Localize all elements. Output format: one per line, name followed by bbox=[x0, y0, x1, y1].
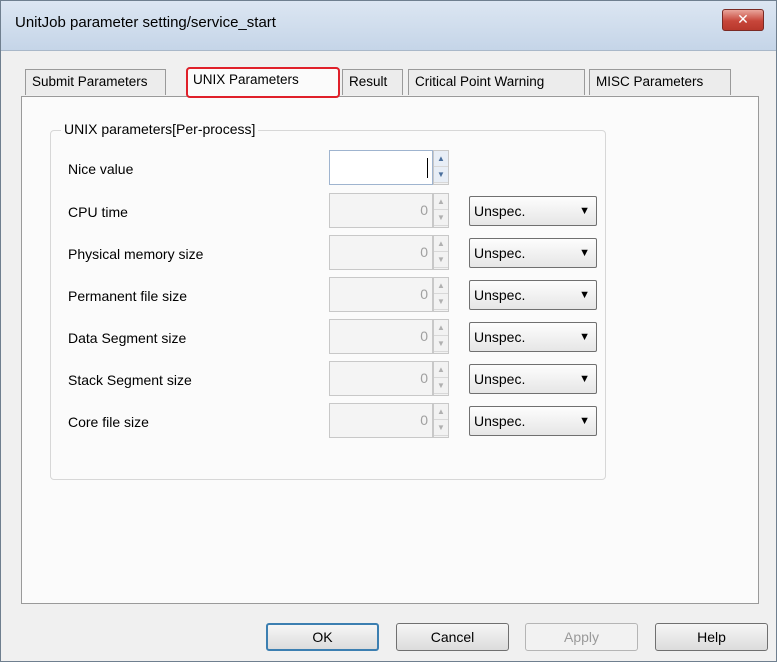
window-title: UnitJob parameter setting/service_start bbox=[15, 14, 276, 31]
stack-segment-size-spinner[interactable]: ▲ ▼ bbox=[433, 361, 449, 396]
chevron-down-icon: ▼ bbox=[579, 415, 590, 427]
core-file-size-label: Core file size bbox=[68, 414, 149, 430]
apply-button[interactable]: Apply bbox=[525, 623, 638, 651]
tab-result[interactable]: Result bbox=[342, 69, 403, 95]
spin-down-icon[interactable]: ▼ bbox=[434, 420, 448, 436]
chevron-down-icon: ▼ bbox=[579, 373, 590, 385]
data-segment-size-label: Data Segment size bbox=[68, 330, 187, 346]
data-segment-size-unit-value: Unspec. bbox=[474, 329, 526, 345]
core-file-size-input[interactable]: 0 bbox=[329, 403, 433, 438]
cpu-time-unit-select[interactable]: Unspec. ▼ bbox=[469, 196, 597, 226]
stack-segment-size-unit-value: Unspec. bbox=[474, 371, 526, 387]
physical-memory-size-unit-value: Unspec. bbox=[474, 245, 526, 261]
close-icon: ✕ bbox=[737, 11, 749, 27]
cpu-time-spinner[interactable]: ▲ ▼ bbox=[433, 193, 449, 228]
stack-segment-size-label: Stack Segment size bbox=[68, 372, 192, 388]
unix-parameters-group: UNIX parameters[Per-process] Nice value … bbox=[50, 121, 606, 480]
chevron-down-icon: ▼ bbox=[579, 289, 590, 301]
permanent-file-size-unit-select[interactable]: Unspec. ▼ bbox=[469, 280, 597, 310]
permanent-file-size-unit-value: Unspec. bbox=[474, 287, 526, 303]
stack-segment-size-input[interactable]: 0 bbox=[329, 361, 433, 396]
spin-down-icon[interactable]: ▼ bbox=[434, 336, 448, 352]
data-segment-size-unit-select[interactable]: Unspec. ▼ bbox=[469, 322, 597, 352]
tab-panel-unix: UNIX parameters[Per-process] Nice value … bbox=[21, 96, 759, 604]
spin-down-icon[interactable]: ▼ bbox=[434, 167, 448, 183]
tab-unix-parameters[interactable]: UNIX Parameters bbox=[186, 67, 340, 98]
tab-submit-parameters[interactable]: Submit Parameters bbox=[25, 69, 166, 95]
spin-up-icon[interactable]: ▲ bbox=[434, 194, 448, 210]
chevron-down-icon: ▼ bbox=[579, 205, 590, 217]
physical-memory-size-input[interactable]: 0 bbox=[329, 235, 433, 270]
data-segment-size-spinner[interactable]: ▲ ▼ bbox=[433, 319, 449, 354]
dialog-window: UnitJob parameter setting/service_start … bbox=[0, 0, 777, 662]
spin-down-icon[interactable]: ▼ bbox=[434, 252, 448, 268]
permanent-file-size-spinner[interactable]: ▲ ▼ bbox=[433, 277, 449, 312]
core-file-size-unit-value: Unspec. bbox=[474, 413, 526, 429]
stack-segment-size-unit-select[interactable]: Unspec. ▼ bbox=[469, 364, 597, 394]
group-title: UNIX parameters[Per-process] bbox=[61, 121, 259, 137]
physical-memory-size-unit-select[interactable]: Unspec. ▼ bbox=[469, 238, 597, 268]
spin-up-icon[interactable]: ▲ bbox=[434, 404, 448, 420]
nice-value-label: Nice value bbox=[68, 161, 134, 177]
nice-value-input[interactable] bbox=[329, 150, 433, 185]
spin-down-icon[interactable]: ▼ bbox=[434, 294, 448, 310]
chevron-down-icon: ▼ bbox=[579, 331, 590, 343]
ok-button[interactable]: OK bbox=[266, 623, 379, 651]
chevron-down-icon: ▼ bbox=[579, 247, 590, 259]
spin-up-icon[interactable]: ▲ bbox=[434, 151, 448, 167]
physical-memory-size-spinner[interactable]: ▲ ▼ bbox=[433, 235, 449, 270]
cpu-time-label: CPU time bbox=[68, 204, 128, 220]
cpu-time-input[interactable]: 0 bbox=[329, 193, 433, 228]
physical-memory-size-label: Physical memory size bbox=[68, 246, 204, 262]
cpu-time-unit-value: Unspec. bbox=[474, 203, 526, 219]
title-bar: UnitJob parameter setting/service_start … bbox=[1, 1, 776, 51]
help-button[interactable]: Help bbox=[655, 623, 768, 651]
spin-up-icon[interactable]: ▲ bbox=[434, 236, 448, 252]
cancel-button[interactable]: Cancel bbox=[396, 623, 509, 651]
nice-value-spinner[interactable]: ▲ ▼ bbox=[433, 150, 449, 185]
data-segment-size-input[interactable]: 0 bbox=[329, 319, 433, 354]
tab-critical-point-warning[interactable]: Critical Point Warning bbox=[408, 69, 585, 95]
core-file-size-spinner[interactable]: ▲ ▼ bbox=[433, 403, 449, 438]
core-file-size-unit-select[interactable]: Unspec. ▼ bbox=[469, 406, 597, 436]
tab-misc-parameters[interactable]: MISC Parameters bbox=[589, 69, 731, 95]
spin-up-icon[interactable]: ▲ bbox=[434, 278, 448, 294]
permanent-file-size-input[interactable]: 0 bbox=[329, 277, 433, 312]
spin-down-icon[interactable]: ▼ bbox=[434, 378, 448, 394]
close-button[interactable]: ✕ bbox=[722, 9, 764, 31]
permanent-file-size-label: Permanent file size bbox=[68, 288, 188, 304]
spin-down-icon[interactable]: ▼ bbox=[434, 210, 448, 226]
spin-up-icon[interactable]: ▲ bbox=[434, 362, 448, 378]
text-caret bbox=[427, 158, 428, 178]
spin-up-icon[interactable]: ▲ bbox=[434, 320, 448, 336]
